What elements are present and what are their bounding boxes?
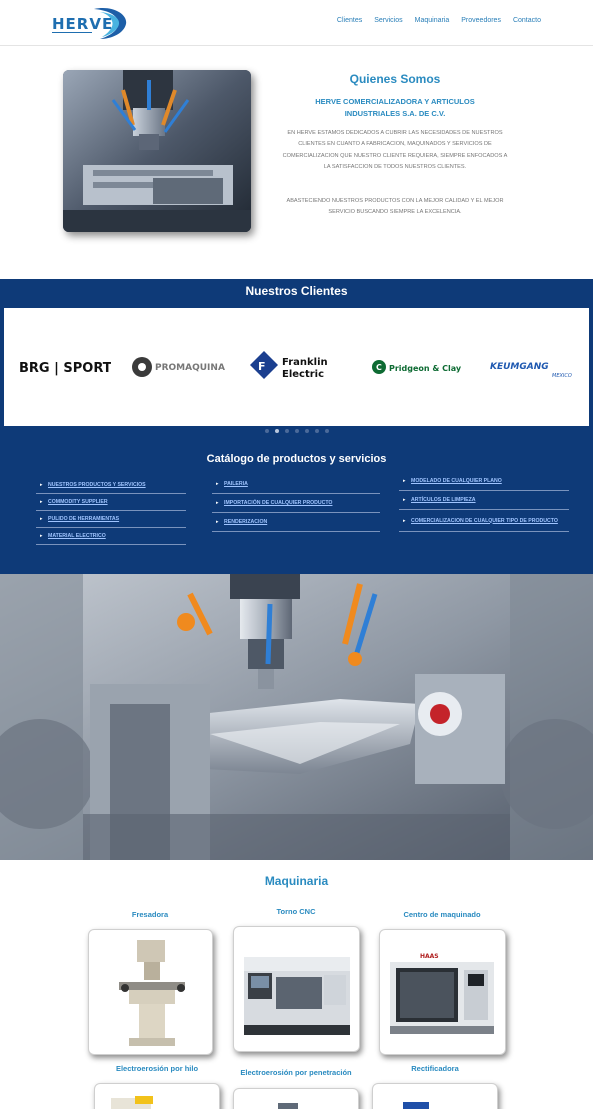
- svg-text:KEUMGANG: KEUMGANG: [490, 362, 549, 372]
- machine-card-electroerosion-hilo[interactable]: [94, 1083, 220, 1109]
- machine-card-fresadora[interactable]: [88, 929, 213, 1055]
- cnc-spindle-image: [63, 70, 251, 232]
- site-header: HERVE Clientes Servicios Maquinaria Prov…: [0, 0, 593, 46]
- about-section: Quienes Somos HERVE COMERCIALIZADORA Y A…: [0, 46, 593, 279]
- client-logo-pridgeon-clay[interactable]: C Pridgeon & Clay: [371, 350, 469, 384]
- machine-label-electroerosion-penetracion: Electroerosión por penetración: [240, 1068, 352, 1077]
- carousel-dot[interactable]: [284, 429, 289, 433]
- main-nav: Clientes Servicios Maquinaria Proveedore…: [337, 17, 541, 24]
- catalog-column-1: NUESTROS PRODUCTOS Y SERVICIOS COMMODITY…: [36, 477, 186, 545]
- catalog-link-commodity-supplier[interactable]: COMMODITY SUPPLIER: [36, 494, 186, 511]
- catalog-link-productos-servicios[interactable]: NUESTROS PRODUCTOS Y SERVICIOS: [36, 477, 186, 494]
- machine-card-rectificadora[interactable]: [372, 1083, 498, 1109]
- catalog-column-3: MODELADO DE CUALQUIER PLANO ARTÍCULOS DE…: [399, 472, 569, 532]
- catalog-link-material-electrico[interactable]: MATERIAL ELECTRICO: [36, 528, 186, 545]
- about-paragraph-1: EN HERVE ESTAMOS DEDICADOS A CUBRIR LAS …: [282, 130, 508, 171]
- carousel-dot[interactable]: [324, 429, 329, 433]
- machine-card-centro-maquinado[interactable]: HAAS: [379, 929, 506, 1055]
- carousel-dot[interactable]: [314, 429, 319, 433]
- nav-contacto[interactable]: Contacto: [513, 17, 541, 24]
- svg-text:Pridgeon & Clay: Pridgeon & Clay: [389, 364, 462, 373]
- carousel-dot[interactable]: [264, 429, 269, 433]
- carousel-dot[interactable]: [304, 429, 309, 433]
- machine-card-electroerosion-penetracion[interactable]: [233, 1088, 359, 1109]
- milling-machine-icon: [119, 940, 185, 1046]
- logo-text: HERVE: [52, 15, 113, 33]
- herve-logo[interactable]: HERVE: [50, 6, 130, 40]
- catalog-link-limpieza[interactable]: ARTÍCULOS DE LIMPIEZA: [399, 491, 569, 510]
- machine-label-fresadora: Fresadora: [131, 910, 169, 919]
- wire-edm-icon: [111, 1096, 153, 1109]
- machine-label-torno-cnc: Torno CNC: [276, 907, 316, 916]
- catalog-link-modelado[interactable]: MODELADO DE CUALQUIER PLANO: [399, 472, 569, 491]
- machine-label-rectificadora: Rectificadora: [411, 1064, 459, 1073]
- svg-text:C: C: [376, 363, 382, 372]
- clients-carousel[interactable]: BRG | SPORTS PROMAQUINA F Franklin Elect…: [4, 308, 589, 426]
- company-name: HERVE COMERCIALIZADORA Y ARTICULOS INDUS…: [315, 97, 475, 118]
- svg-text:HAAS: HAAS: [420, 953, 439, 960]
- carousel-dot[interactable]: [294, 429, 299, 433]
- machine-label-centro-maquinado: Centro de maquinado: [403, 910, 481, 919]
- machining-banner-image: [0, 574, 593, 860]
- svg-text:Franklin: Franklin: [282, 357, 328, 368]
- svg-text:Electric: Electric: [282, 369, 324, 380]
- catalog-link-pulido-herramientas[interactable]: PULIDO DE HERRAMIENTAS: [36, 511, 186, 528]
- machine-label-electroerosion-hilo: Electroerosión por hilo: [115, 1064, 199, 1073]
- carousel-dots: [0, 429, 593, 433]
- nav-maquinaria[interactable]: Maquinaria: [415, 17, 450, 24]
- nav-clientes[interactable]: Clientes: [337, 17, 362, 24]
- cnc-lathe-icon: [244, 957, 350, 1035]
- nav-proveedores[interactable]: Proveedores: [461, 17, 501, 24]
- catalog-link-comercializacion[interactable]: COMERCIALIZACION DE CUALQUIER TIPO DE PR…: [399, 510, 569, 532]
- svg-text:BRG | SPORTS: BRG | SPORTS: [19, 361, 111, 376]
- client-logo-brg-sports[interactable]: BRG | SPORTS: [19, 350, 111, 384]
- client-logo-keumgang[interactable]: KEUMGANG MEXICO: [490, 350, 585, 384]
- svg-text:MEXICO: MEXICO: [552, 373, 572, 379]
- sinker-edm-icon: [278, 1103, 298, 1109]
- nav-servicios[interactable]: Servicios: [374, 17, 402, 24]
- clients-section: Nuestros Clientes BRG | SPORTS PROMAQUIN…: [0, 279, 593, 574]
- grinder-icon: [403, 1102, 429, 1109]
- about-title: Quienes Somos: [349, 72, 441, 86]
- machining-center-icon: HAAS: [390, 953, 494, 1034]
- catalog-title: Catálogo de productos y servicios: [206, 453, 387, 465]
- svg-text:F: F: [258, 360, 266, 373]
- svg-text:PROMAQUINA: PROMAQUINA: [155, 363, 225, 373]
- catalog-link-paileria[interactable]: PAILERIA: [212, 475, 380, 494]
- catalog-column-2: PAILERIA IMPORTACIÓN DE CUALQUIER PRODUC…: [212, 475, 380, 532]
- carousel-dot-active[interactable]: [274, 429, 279, 433]
- clients-title: Nuestros Clientes: [245, 284, 348, 298]
- client-logo-promaquina[interactable]: PROMAQUINA: [131, 350, 233, 384]
- machine-card-torno-cnc[interactable]: [233, 926, 360, 1052]
- catalog-link-importacion[interactable]: IMPORTACIÓN DE CUALQUIER PRODUCTO: [212, 494, 380, 513]
- machinery-title: Maquinaria: [264, 874, 329, 888]
- client-logo-franklin-electric[interactable]: F Franklin Electric: [249, 350, 349, 384]
- about-paragraph-2: ABASTECIENDO NUESTROS PRODUCTOS CON LA M…: [286, 198, 504, 216]
- catalog-link-renderizacion[interactable]: RENDERIZACION: [212, 513, 380, 532]
